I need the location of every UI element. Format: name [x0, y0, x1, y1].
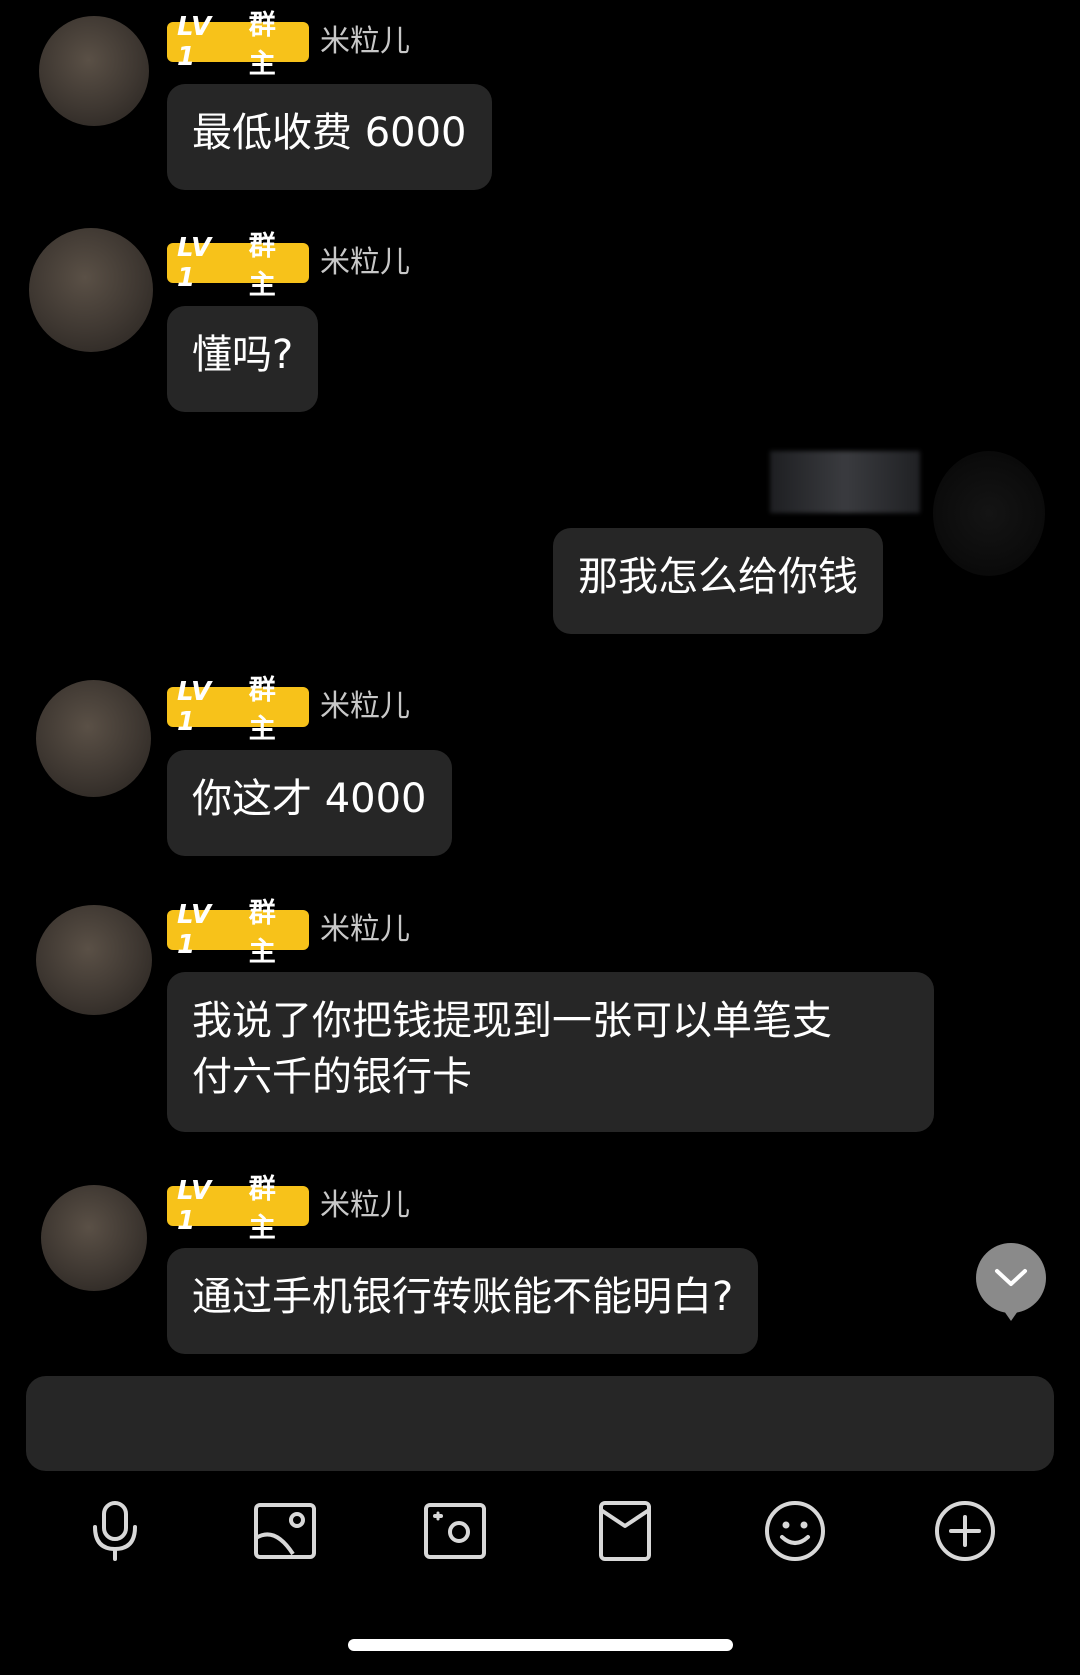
red-packet-button[interactable] — [590, 1496, 660, 1566]
home-indicator[interactable] — [348, 1639, 733, 1651]
message-bubble[interactable]: 你这才 4000 — [167, 750, 452, 856]
level-badge: LV 1 群主 — [167, 898, 309, 968]
badge-level: LV 1 — [177, 1176, 213, 1236]
camera-icon — [424, 1503, 486, 1559]
badge-level: LV 1 — [177, 900, 213, 960]
message-line: 付六千的银行卡 — [192, 1054, 472, 1100]
avatar[interactable] — [36, 905, 152, 1015]
badge-role: 群主 — [248, 10, 276, 80]
message-bubble[interactable]: 通过手机银行转账能不能明白? — [167, 1248, 759, 1354]
microphone-icon — [93, 1501, 137, 1561]
emoji-icon — [765, 1501, 825, 1561]
sender-name: 米粒儿 — [320, 912, 410, 947]
sender-name: 米粒儿 — [320, 24, 410, 59]
message-line: 我说了你把钱提现到一张可以单笔支 — [192, 998, 832, 1044]
photo-button[interactable] — [250, 1496, 320, 1566]
camera-button[interactable] — [420, 1496, 490, 1566]
scroll-to-bottom-button[interactable] — [976, 1243, 1046, 1321]
avatar[interactable] — [933, 451, 1045, 576]
badge-level: LV 1 — [177, 233, 213, 293]
level-badge: LV 1 群主 — [167, 675, 309, 745]
chevron-down-icon — [995, 1269, 1027, 1286]
badge-role: 群主 — [248, 898, 276, 968]
badge-role: 群主 — [248, 675, 276, 745]
message-bubble[interactable]: 那我怎么给你钱 — [553, 528, 883, 634]
badge-role: 群主 — [248, 231, 276, 301]
sender-name: 米粒儿 — [320, 245, 410, 280]
avatar[interactable] — [29, 228, 153, 352]
sender-name: 米粒儿 — [320, 689, 410, 724]
input-toolbar — [0, 1496, 1080, 1566]
sender-name: 米粒儿 — [320, 1188, 410, 1223]
voice-button[interactable] — [80, 1496, 150, 1566]
avatar[interactable] — [41, 1185, 147, 1291]
emoji-button[interactable] — [760, 1496, 830, 1566]
badge-level: LV 1 — [177, 12, 213, 72]
image-icon — [254, 1503, 316, 1559]
plus-icon — [935, 1501, 995, 1561]
level-badge: LV 1 群主 — [167, 1174, 309, 1244]
more-button[interactable] — [930, 1496, 1000, 1566]
level-badge: LV 1 群主 — [167, 231, 309, 301]
message-bubble[interactable]: 我说了你把钱提现到一张可以单笔支 付六千的银行卡 — [167, 972, 934, 1132]
avatar[interactable] — [36, 680, 151, 797]
message-bubble[interactable]: 最低收费 6000 — [167, 84, 492, 190]
message-bubble[interactable]: 懂吗? — [167, 306, 319, 412]
avatar[interactable] — [39, 16, 149, 126]
level-badge: LV 1 群主 — [167, 10, 309, 80]
message-input[interactable] — [26, 1376, 1054, 1471]
red-packet-icon — [599, 1501, 651, 1561]
badge-level: LV 1 — [177, 677, 213, 737]
sender-name-redacted — [770, 451, 920, 513]
badge-role: 群主 — [248, 1174, 276, 1244]
